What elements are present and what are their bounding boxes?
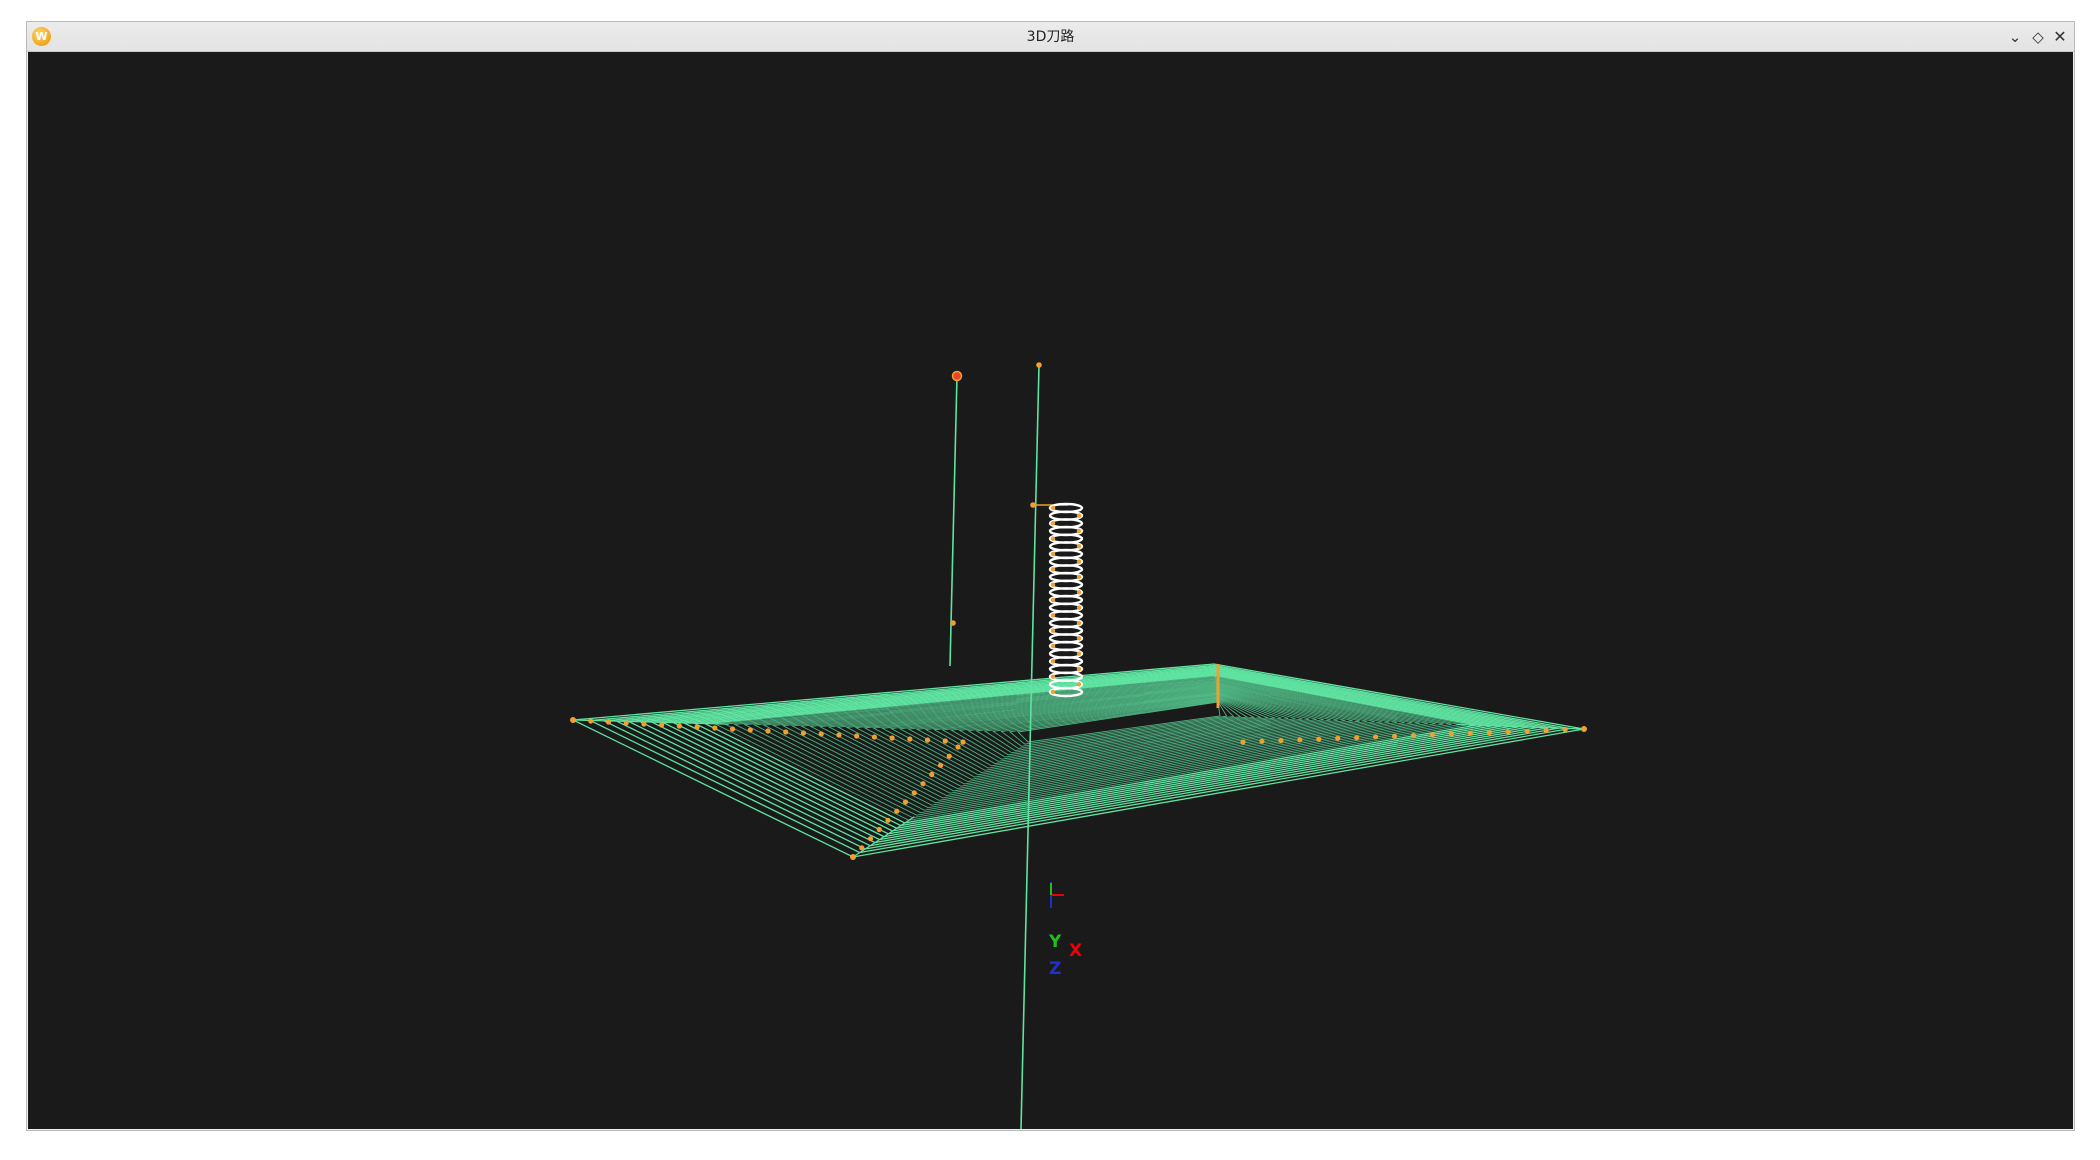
helix-point: [1076, 636, 1082, 641]
path-point: [729, 726, 736, 732]
path-point: [800, 730, 807, 736]
path-point: [1391, 733, 1398, 739]
path-point: [871, 734, 877, 740]
helix-point: [1076, 574, 1082, 580]
path-point: [783, 729, 789, 735]
path-point: [1240, 739, 1246, 745]
path-point: [836, 732, 842, 738]
path-point: [889, 735, 895, 741]
path-point: [1373, 734, 1379, 740]
rapid-line-center: [1020, 364, 1040, 1129]
path-point: [1486, 730, 1492, 736]
path-point: [1505, 729, 1511, 735]
path-point: [876, 826, 882, 833]
path-point: [929, 771, 935, 778]
path-point: [623, 720, 629, 726]
path-point: [1259, 738, 1265, 744]
path-point: [1524, 728, 1530, 734]
restore-button[interactable]: ◇: [2027, 26, 2049, 48]
path-point: [1297, 737, 1303, 743]
path-point: [1278, 737, 1284, 744]
path-point: [1429, 732, 1436, 738]
helix-point: [1050, 643, 1056, 649]
path-point: [641, 721, 647, 727]
path-point: [659, 722, 665, 728]
helix-point: [1076, 513, 1082, 518]
helix-entry-path: [1048, 502, 1084, 698]
helix-point: [1050, 536, 1056, 541]
helix-point: [1050, 659, 1056, 664]
path-point: [1316, 736, 1322, 742]
title-bar[interactable]: W 3D刀路 ⌄ ◇ ✕: [27, 22, 2074, 52]
path-point: [907, 736, 913, 742]
axis-triad: Y X Z: [1048, 882, 1082, 979]
corner-point: [570, 717, 576, 723]
helix-point: [1050, 505, 1056, 511]
path-point: [588, 718, 594, 724]
helix-point: [1050, 628, 1056, 633]
path-point: [1562, 727, 1568, 733]
path-point: [911, 790, 917, 796]
path-point: [946, 753, 952, 759]
helix-point: [1050, 567, 1056, 572]
helix-point: [1076, 544, 1082, 549]
path-point: [1467, 730, 1473, 736]
path-point: [894, 808, 900, 814]
helix-point: [1050, 597, 1056, 603]
path-point: [859, 845, 865, 851]
path-point: [960, 739, 966, 745]
path-point: [1335, 735, 1341, 741]
close-button[interactable]: ✕: [2049, 26, 2071, 48]
path-point: [937, 762, 944, 768]
window-title: 3D刀路: [1026, 29, 1075, 45]
helix-point: [1076, 666, 1082, 672]
path-point: [920, 781, 926, 787]
helix-point: [1076, 651, 1082, 656]
x-axis-label: X: [1069, 941, 1082, 961]
path-point: [712, 725, 718, 731]
z-axis-label: Z: [1049, 959, 1061, 979]
path-point: [902, 799, 909, 805]
start-point: [951, 370, 963, 382]
path-point: [694, 724, 700, 730]
path-point: [818, 731, 824, 737]
path-point: [1410, 732, 1417, 739]
helix-point: [1050, 551, 1056, 557]
helix-point: [1076, 682, 1082, 687]
toolpath-window: W 3D刀路 ⌄ ◇ ✕ Y X Z: [26, 21, 2075, 1131]
helix-point: [1050, 582, 1056, 587]
path-point: [1036, 362, 1042, 368]
path-point: [1354, 735, 1360, 741]
y-axis-label: Y: [1048, 932, 1062, 952]
helix-point: [1076, 559, 1082, 564]
helix-point: [1076, 605, 1082, 610]
helix-point: [1050, 521, 1056, 526]
helix-point: [1050, 674, 1056, 679]
path-point: [885, 817, 891, 823]
path-point: [854, 733, 860, 739]
path-point: [924, 737, 931, 743]
path-point: [1448, 731, 1454, 737]
path-point: [942, 738, 948, 744]
path-point: [950, 620, 956, 626]
path-point: [867, 836, 874, 842]
helix-point: [1050, 689, 1056, 695]
toolpath-scene[interactable]: Y X Z: [28, 52, 2073, 1129]
path-point: [676, 723, 682, 729]
minimize-button[interactable]: ⌄: [2004, 26, 2026, 48]
3d-viewport[interactable]: Y X Z: [28, 52, 2073, 1129]
corner-point: [850, 854, 856, 860]
path-point: [1030, 502, 1036, 508]
path-point: [1543, 727, 1549, 734]
helix-point: [1076, 528, 1082, 534]
helix-point: [1076, 590, 1082, 595]
path-point: [765, 728, 771, 734]
path-point: [747, 727, 753, 733]
helix-point: [1076, 620, 1082, 626]
corner-point: [1581, 726, 1587, 732]
path-point: [605, 719, 612, 725]
pocket-toolpath-rings: [570, 663, 1585, 858]
helix-point: [1050, 613, 1056, 618]
path-point: [955, 744, 961, 750]
